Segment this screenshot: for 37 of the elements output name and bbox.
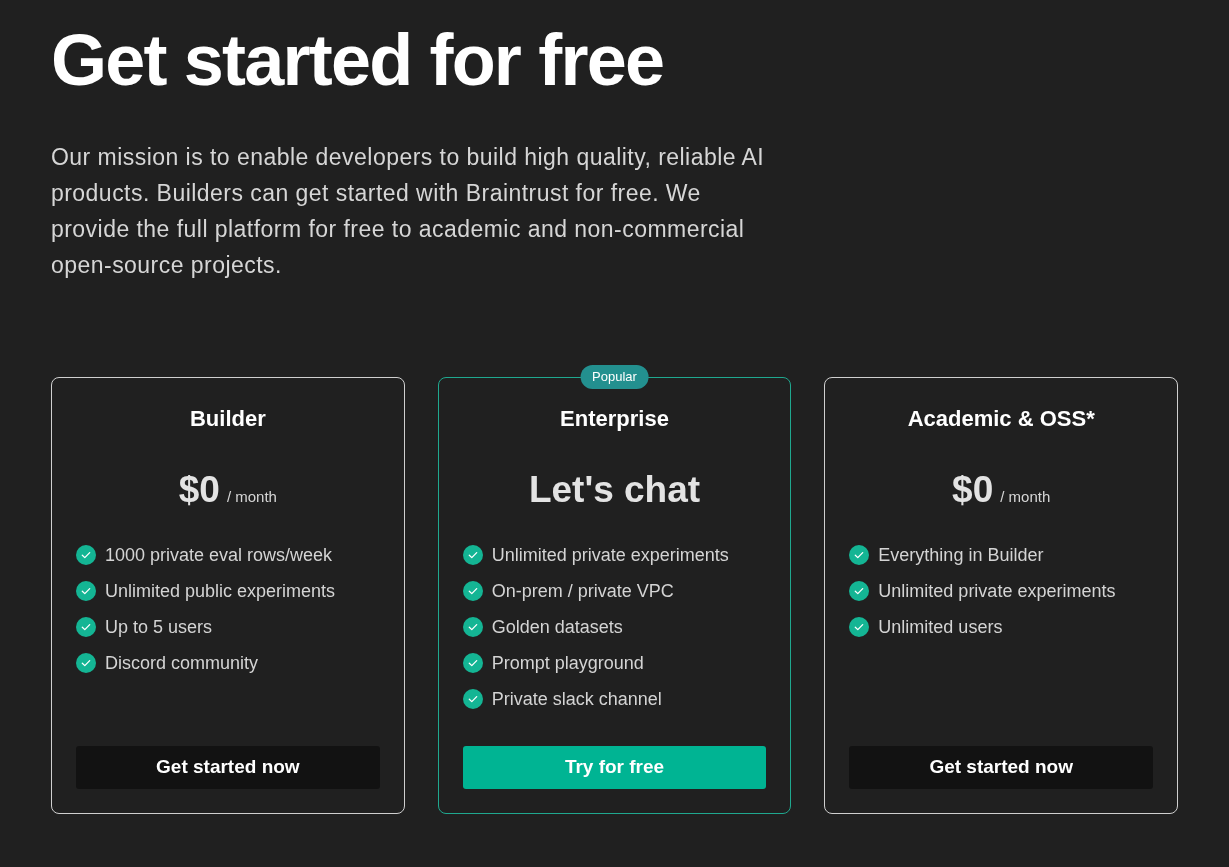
check-circle-icon	[462, 617, 483, 637]
feature-text: Unlimited public experiments	[105, 579, 336, 603]
feature-text: Prompt playground	[491, 651, 644, 675]
feature-text: Unlimited private experiments	[878, 579, 1116, 603]
price-period: / month	[1000, 487, 1051, 507]
feature-text: Private slack channel	[491, 687, 662, 711]
feature-text: Up to 5 users	[105, 615, 213, 639]
feature-text: On-prem / private VPC	[491, 579, 674, 603]
check-circle-icon	[76, 581, 96, 601]
feature-text: Unlimited private experiments	[491, 543, 729, 567]
feature-text: Discord community	[105, 651, 259, 675]
plan-price: $0	[178, 468, 220, 512]
check-circle-icon	[462, 689, 483, 709]
check-circle-icon	[76, 617, 96, 637]
check-circle-icon	[462, 581, 483, 601]
cta-button[interactable]: Get started now	[849, 746, 1153, 789]
plan-title: Enterprise	[560, 405, 669, 433]
feature-text: 1000 private eval rows/week	[105, 543, 333, 567]
cta-button[interactable]: Get started now	[76, 746, 380, 789]
check-circle-icon	[462, 653, 483, 673]
check-circle-icon	[76, 653, 96, 673]
check-circle-icon	[849, 545, 870, 565]
feature-text: Unlimited users	[878, 615, 1003, 639]
check-circle-icon	[849, 581, 870, 601]
check-circle-icon	[76, 545, 96, 565]
price-period: / month	[226, 487, 277, 507]
popular-badge: Popular	[580, 365, 649, 389]
plan-title: Academic & OSS*	[907, 405, 1095, 433]
plan-title: Builder	[189, 405, 266, 433]
plan-price: Let's chat	[528, 468, 701, 512]
plan-price: $0	[952, 468, 994, 512]
check-circle-icon	[849, 617, 870, 637]
intro-paragraph: Our mission is to enable developers to build high quality, reliable AI products. Builders can get started with Braintrust for free. We provide the full platform for free to academic and non-commercial open-source projects.	[51, 143, 766, 280]
feature-text: Everything in Builder	[878, 543, 1044, 567]
feature-text: Golden datasets	[491, 615, 623, 639]
page-heading: Get started for free	[51, 24, 664, 96]
check-circle-icon	[462, 545, 483, 565]
